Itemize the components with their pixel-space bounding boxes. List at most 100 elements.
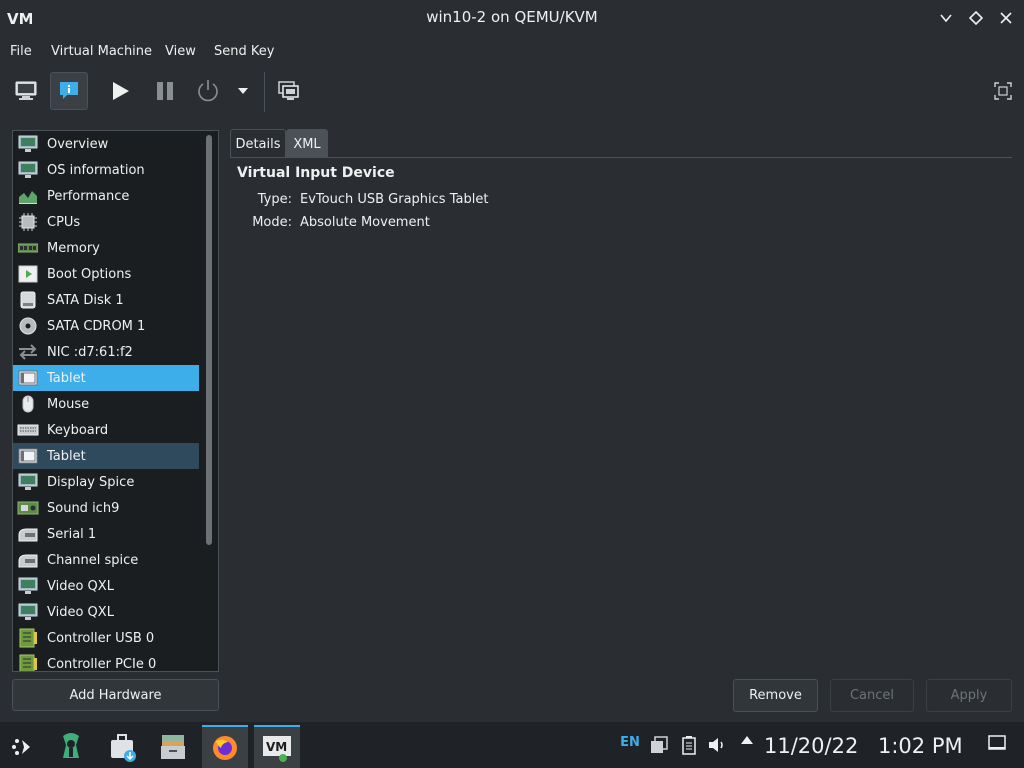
keyboard-icon: [17, 420, 39, 440]
minimize-button[interactable]: [934, 6, 958, 30]
hw-item-performance[interactable]: Performance: [13, 183, 199, 209]
hw-item-controller-pcie-0[interactable]: Controller PCIe 0: [13, 651, 199, 671]
hw-item-os-information[interactable]: OS information: [13, 157, 199, 183]
serial-icon: [17, 524, 39, 544]
toolbar-separator: [264, 72, 265, 112]
hw-item-overview[interactable]: Overview: [13, 131, 199, 157]
hw-item-video-qxl[interactable]: Video QXL: [13, 573, 199, 599]
hw-item-label: Overview: [47, 136, 109, 152]
add-hardware-button[interactable]: Add Hardware: [12, 679, 219, 711]
hardware-list[interactable]: Overview OS information Performance CPUs…: [12, 130, 219, 672]
maximize-button[interactable]: [964, 6, 988, 30]
monitor-icon: [17, 134, 39, 154]
fullscreen-button[interactable]: [984, 72, 1022, 110]
hw-item-label: SATA Disk 1: [47, 292, 124, 308]
hw-item-label: Mouse: [47, 396, 90, 412]
hw-item-keyboard[interactable]: Keyboard: [13, 417, 199, 443]
hw-item-label: Display Spice: [47, 474, 135, 490]
hw-item-label: Tablet: [47, 370, 86, 386]
shutdown-menu-chevron-down-icon[interactable]: [228, 72, 258, 110]
hw-item-controller-usb-0[interactable]: Controller USB 0: [13, 625, 199, 651]
run-button[interactable]: [101, 72, 139, 110]
tray-expand-chevron-up-icon[interactable]: [736, 735, 758, 745]
clipboard-icon[interactable]: [648, 735, 670, 755]
hw-item-cpus[interactable]: CPUs: [13, 209, 199, 235]
sound-card-icon: [17, 498, 39, 518]
cpu-icon: [17, 212, 39, 232]
chart-icon: [17, 186, 39, 206]
boot-icon: [17, 264, 39, 284]
hw-item-sound-ich9[interactable]: Sound ich9: [13, 495, 199, 521]
hw-item-label: Video QXL: [47, 578, 114, 594]
hw-item-label: OS information: [47, 162, 145, 178]
window-title: win10-2 on QEMU/KVM: [426, 8, 598, 26]
hw-item-tablet-selected[interactable]: Tablet: [13, 365, 199, 391]
pause-button[interactable]: [146, 72, 184, 110]
remove-button[interactable]: Remove: [733, 679, 818, 712]
hw-item-sata-disk-1[interactable]: SATA Disk 1: [13, 287, 199, 313]
hw-item-channel-spice[interactable]: Channel spice: [13, 547, 199, 573]
hw-item-memory[interactable]: Memory: [13, 235, 199, 261]
hw-item-label: Performance: [47, 188, 130, 204]
memory-icon: [17, 238, 39, 258]
controller-icon: [17, 654, 39, 671]
monitor-icon: [17, 160, 39, 180]
menu-view[interactable]: View: [165, 44, 196, 59]
title-bar: VM win10-2 on QEMU/KVM: [0, 0, 1024, 36]
mode-label: Mode:: [252, 215, 292, 230]
system-settings-icon[interactable]: [48, 725, 94, 768]
shutdown-button[interactable]: [189, 72, 227, 110]
disk-icon: [17, 290, 39, 310]
network-icon: [17, 342, 39, 362]
hw-item-label: CPUs: [47, 214, 81, 230]
hw-item-label: Channel spice: [47, 552, 139, 568]
type-value: EvTouch USB Graphics Tablet: [300, 192, 489, 207]
keyboard-layout-indicator[interactable]: EN: [620, 735, 640, 750]
tablet-icon: [17, 368, 39, 388]
cdrom-icon: [17, 316, 39, 336]
snapshots-button[interactable]: [270, 72, 308, 110]
menu-file[interactable]: File: [10, 44, 32, 59]
battery-icon[interactable]: [678, 735, 700, 755]
hw-item-mouse[interactable]: Mouse: [13, 391, 199, 417]
details-view-button[interactable]: [50, 72, 88, 110]
serial-icon: [17, 550, 39, 570]
cancel-button[interactable]: Cancel: [830, 679, 914, 712]
hardware-list-scrollbar[interactable]: [206, 135, 212, 545]
hw-item-display-spice[interactable]: Display Spice: [13, 469, 199, 495]
close-button[interactable]: [994, 6, 1018, 30]
hw-item-label: Boot Options: [47, 266, 132, 282]
volume-icon[interactable]: [706, 735, 728, 755]
svg-text:VM: VM: [266, 740, 287, 754]
toolbar: [0, 68, 1024, 120]
show-desktop-icon[interactable]: [986, 735, 1008, 751]
discover-store-icon[interactable]: [100, 725, 146, 768]
main-area: Overview OS information Performance CPUs…: [0, 120, 1024, 722]
hw-item-serial-1[interactable]: Serial 1: [13, 521, 199, 547]
hw-item-label: Serial 1: [47, 526, 97, 542]
file-manager-icon[interactable]: [150, 725, 196, 768]
tab-xml[interactable]: XML: [286, 129, 328, 158]
controller-icon: [17, 628, 39, 648]
hw-item-label: NIC :d7:61:f2: [47, 344, 133, 360]
tab-divider: [230, 157, 1012, 158]
menu-virtual-machine[interactable]: Virtual Machine: [51, 44, 152, 59]
apply-button[interactable]: Apply: [926, 679, 1012, 712]
mode-value: Absolute Movement: [300, 215, 430, 230]
clock-date[interactable]: 11/20/22: [764, 734, 858, 758]
firefox-icon[interactable]: [202, 725, 248, 768]
hw-item-sata-cdrom-1[interactable]: SATA CDROM 1: [13, 313, 199, 339]
hw-item-label: SATA CDROM 1: [47, 318, 146, 334]
monitor-icon: [17, 472, 39, 492]
tab-details[interactable]: Details: [230, 129, 286, 158]
hw-item-tablet-2[interactable]: Tablet: [13, 443, 199, 469]
clock-time[interactable]: 1:02 PM: [878, 734, 963, 758]
hw-item-boot-options[interactable]: Boot Options: [13, 261, 199, 287]
virt-manager-taskbar-icon[interactable]: VM: [254, 725, 300, 768]
menu-send-key[interactable]: Send Key: [214, 44, 274, 59]
hw-item-nic[interactable]: NIC :d7:61:f2: [13, 339, 199, 365]
console-button[interactable]: [7, 72, 45, 110]
hw-item-video-qxl-2[interactable]: Video QXL: [13, 599, 199, 625]
app-launcher-button[interactable]: [0, 725, 46, 768]
taskbar: VM EN 11/20/22 1:02 PM: [0, 722, 1024, 768]
